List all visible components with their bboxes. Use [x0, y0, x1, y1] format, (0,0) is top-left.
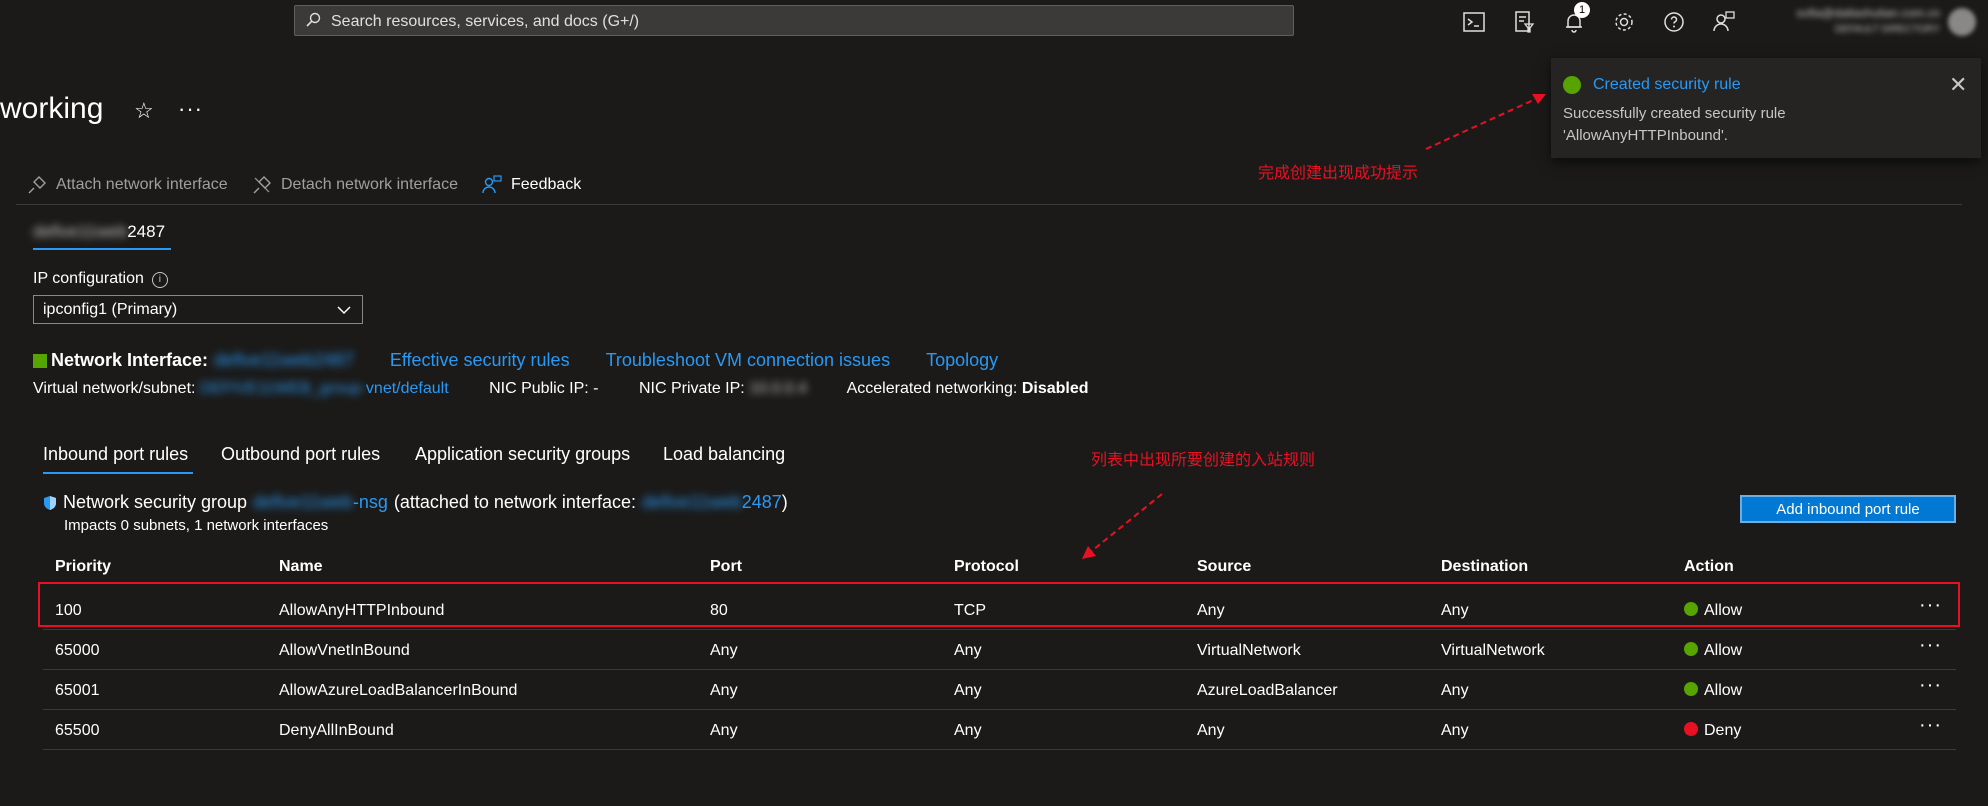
table-arrow — [1087, 493, 1163, 555]
table-arrow-head — [1082, 546, 1096, 559]
annotation-arrows — [1082, 94, 1546, 559]
toast-arrow — [1425, 96, 1541, 150]
toast-arrow-head — [1532, 94, 1546, 104]
